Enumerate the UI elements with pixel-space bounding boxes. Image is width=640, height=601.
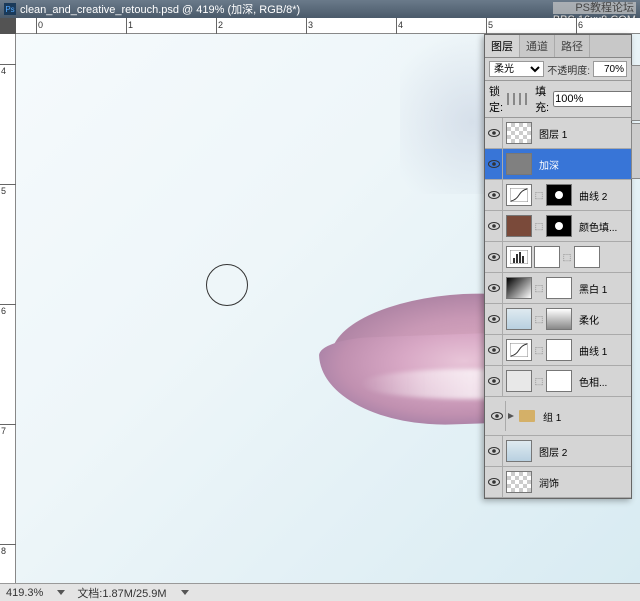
layer-mask-thumbnail[interactable] (534, 246, 560, 268)
lock-transparent-icon[interactable] (507, 93, 509, 105)
visibility-eye-icon[interactable] (485, 436, 503, 466)
status-bar: 419.3% 文档:1.87M/25.9M (0, 583, 640, 601)
layers-list[interactable]: 图层 1 加深 ⬚曲线 2⬚颜色填...⬚⬚黑白 1⬚柔化⬚曲线 1⬚色相... 组 … (485, 118, 631, 498)
layer-row[interactable]: ⬚色相... (485, 366, 631, 397)
visibility-eye-icon[interactable] (488, 401, 506, 431)
layer-thumbnail[interactable] (506, 370, 532, 392)
ruler-horizontal[interactable]: 0123456 (16, 18, 640, 34)
lock-position-icon[interactable] (519, 93, 521, 105)
title-bar: Ps clean_and_creative_retouch.psd @ 419%… (0, 0, 640, 18)
layer-name[interactable]: 图层 1 (535, 126, 567, 141)
document-size: 文档:1.87M/25.9M (77, 585, 166, 601)
fill-input[interactable] (553, 91, 640, 107)
visibility-eye-icon[interactable] (485, 242, 503, 272)
ruler-vertical[interactable]: 45678 (0, 34, 16, 583)
layer-name[interactable]: 黑白 1 (575, 281, 607, 296)
layer-thumbnail[interactable] (506, 153, 532, 175)
fill-label: 填充: (535, 83, 549, 115)
layer-thumbnail[interactable] (546, 308, 572, 330)
layer-mask-thumbnail[interactable] (546, 184, 572, 206)
fold-triangle-icon[interactable] (506, 411, 516, 421)
layer-thumbnail[interactable] (506, 308, 532, 330)
layer-row[interactable]: ⬚ (485, 242, 631, 273)
brush-cursor (206, 264, 248, 306)
layer-row[interactable]: ⬚曲线 1 (485, 335, 631, 366)
layer-name[interactable]: 润饰 (535, 475, 559, 490)
layer-row[interactable]: 图层 1 (485, 118, 631, 149)
layer-name[interactable]: 柔化 (575, 312, 599, 327)
layer-mask-thumbnail[interactable] (546, 339, 572, 361)
layer-row[interactable]: 润饰 (485, 467, 631, 498)
layer-thumbnail[interactable] (506, 471, 532, 493)
info-dropdown-icon[interactable] (181, 590, 189, 595)
layer-name[interactable]: 色相... (575, 374, 607, 389)
layer-row[interactable]: ⬚颜色填... (485, 211, 631, 242)
layer-thumbnail[interactable] (506, 184, 532, 206)
zoom-dropdown-icon[interactable] (57, 590, 65, 595)
layer-name[interactable]: 图层 2 (535, 444, 567, 459)
layer-name[interactable]: 曲线 2 (575, 188, 607, 203)
layer-thumbnail[interactable] (506, 246, 532, 268)
ps-icon: Ps (4, 3, 16, 15)
visibility-eye-icon[interactable] (485, 149, 503, 179)
visibility-eye-icon[interactable] (485, 335, 503, 365)
opacity-label: 不透明度: (547, 62, 590, 77)
layer-name[interactable]: 加深 (535, 157, 559, 172)
layer-name[interactable]: 颜色填... (575, 219, 617, 234)
folder-icon (519, 410, 535, 422)
layer-group[interactable]: 组 1 (485, 397, 631, 436)
tab-channels[interactable]: 通道 (520, 35, 555, 57)
visibility-eye-icon[interactable] (485, 180, 503, 210)
zoom-level[interactable]: 419.3% (6, 587, 43, 599)
layer-mask-thumbnail[interactable] (546, 370, 572, 392)
layer-mask-thumbnail[interactable] (546, 215, 572, 237)
layer-row[interactable]: 图层 2 (485, 436, 631, 467)
opacity-input[interactable] (593, 61, 627, 77)
collapsed-panels[interactable] (631, 65, 640, 179)
visibility-eye-icon[interactable] (485, 273, 503, 303)
lock-pixels-icon[interactable] (513, 93, 515, 105)
lock-label: 锁定: (489, 83, 503, 115)
visibility-eye-icon[interactable] (485, 366, 503, 396)
blend-mode-select[interactable]: 柔光 (489, 61, 544, 77)
visibility-eye-icon[interactable] (485, 118, 503, 148)
visibility-eye-icon[interactable] (485, 467, 503, 497)
tab-layers[interactable]: 图层 (485, 35, 520, 57)
layer-thumbnail[interactable] (506, 339, 532, 361)
layer-row[interactable]: ⬚黑白 1 (485, 273, 631, 304)
visibility-eye-icon[interactable] (485, 304, 503, 334)
panel-tabs[interactable]: 图层 通道 路径 (485, 35, 631, 58)
document-title: clean_and_creative_retouch.psd @ 419% (加… (20, 1, 300, 17)
layer-thumbnail[interactable] (506, 440, 532, 462)
layers-panel[interactable]: 图层 通道 路径 柔光 不透明度: 锁定: 填充: 图层 1加深⬚曲线 2⬚颜色… (484, 34, 632, 499)
visibility-eye-icon[interactable] (485, 211, 503, 241)
layer-mask-thumbnail[interactable] (546, 277, 572, 299)
lock-all-icon[interactable] (525, 93, 527, 105)
layer-row[interactable]: 加深 (485, 149, 631, 180)
layer-row[interactable]: ⬚曲线 2 (485, 180, 631, 211)
layer-thumbnail[interactable] (506, 277, 532, 299)
tab-paths[interactable]: 路径 (555, 35, 590, 57)
layer-name[interactable]: 曲线 1 (575, 343, 607, 358)
layer-row[interactable]: ⬚柔化 (485, 304, 631, 335)
layer-name[interactable]: 组 1 (539, 409, 561, 424)
layer-thumbnail[interactable] (506, 215, 532, 237)
layer-thumbnail[interactable] (506, 122, 532, 144)
